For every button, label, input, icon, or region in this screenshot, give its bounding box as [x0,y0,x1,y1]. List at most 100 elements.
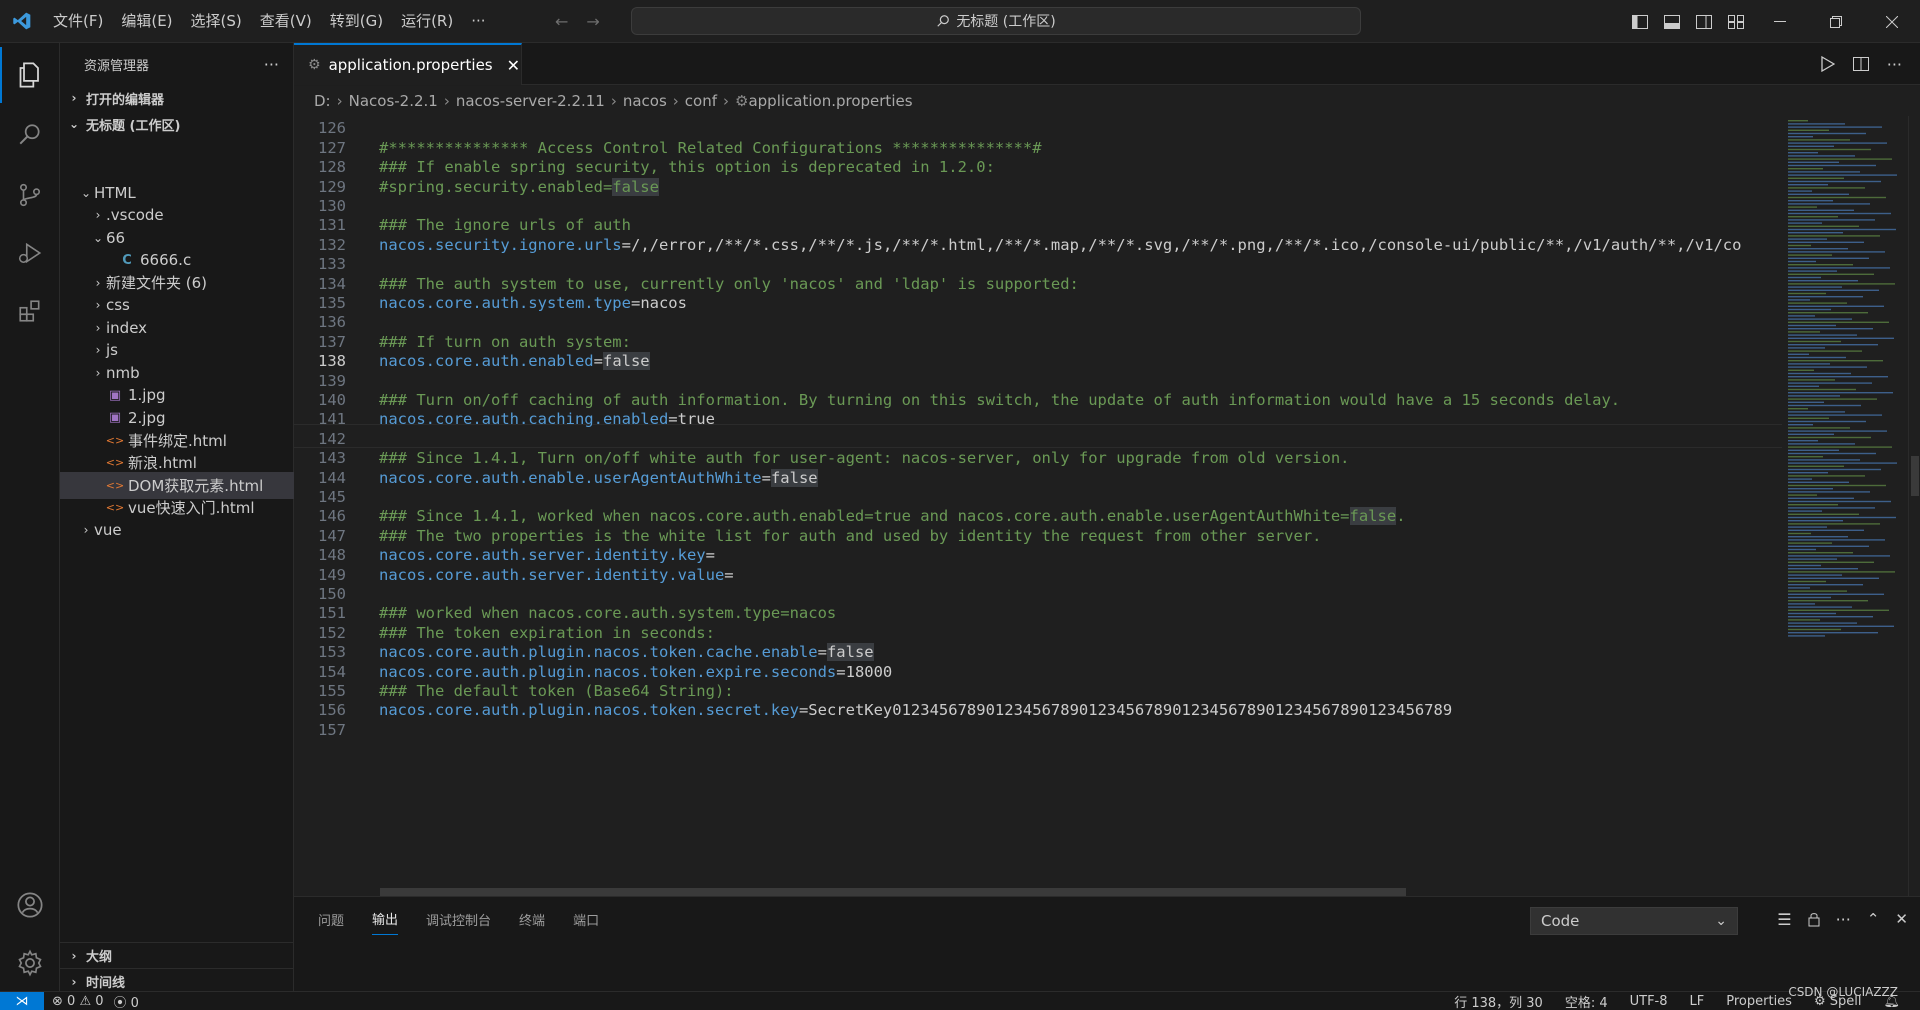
manage-gear-icon[interactable] [0,935,60,991]
tree-item[interactable]: › vue [60,517,294,544]
minimap-line [1788,548,1816,551]
cursor-position[interactable]: 行 138，列 30 [1454,992,1543,1010]
more-actions-icon[interactable]: ··· [1887,55,1902,74]
filter-lines-icon[interactable]: ☰ [1777,910,1791,929]
minimap-line [1788,536,1848,538]
language-mode[interactable]: Properties [1726,994,1792,1009]
chevron-up-icon[interactable]: ⌃ [1867,910,1880,928]
minimap[interactable] [1782,116,1908,896]
title-bar: 文件(F) 编辑(E) 选择(S) 查看(V) 转到(G) 运行(R) ··· ← → 无标… [0,0,1920,43]
explorer-icon[interactable] [0,47,60,103]
panel-tab[interactable]: 调试控制台 [426,910,491,929]
property-value: true [677,410,715,429]
forward-arrow-icon[interactable]: → [586,12,599,31]
tab-application-properties[interactable]: ⚙ application.properties ✕ [294,43,522,85]
vscode-logo-icon[interactable] [0,0,44,43]
breadcrumb-item[interactable]: application.properties [748,92,912,110]
accounts-icon[interactable] [0,877,60,933]
menu-item[interactable]: 文件(F) [44,0,112,43]
menu-item[interactable]: 转到(G) [321,0,392,43]
property-key: nacos.core.auth.plugin.nacos.token.expir… [379,662,837,681]
more-actions-icon[interactable]: ··· [1836,910,1851,929]
minimap-line [1788,123,1845,125]
html-file-icon: <> [105,433,125,447]
status-left: ⊗ 0 ⚠ 0 ⦿ 0 [52,992,139,1010]
tree-item-label: 新浪.html [128,454,197,472]
minimap-line [1788,542,1832,544]
customize-layout-icon[interactable] [1720,0,1752,43]
tree-item-label: HTML [94,183,136,202]
menu-bar: 文件(F) 编辑(E) 选择(S) 查看(V) 转到(G) 运行(R) ··· [44,0,495,43]
minimap-line [1788,219,1875,221]
minimap-line [1788,472,1828,474]
breadcrumb-item[interactable]: conf [685,92,717,110]
toggle-primary-sidebar-icon[interactable] [1624,0,1656,43]
errors-indicator[interactable]: ⊗ 0 ⚠ 0 [52,994,104,1009]
minimap-line [1788,379,1835,381]
minimap-line [1788,587,1810,589]
outline-section[interactable]: › 大纲 [60,942,294,968]
panel-tab[interactable]: 终端 [519,910,545,929]
breadcrumb-item[interactable]: nacos [623,92,667,110]
minimap-line [1788,568,1858,570]
minimap-line [1788,369,1814,371]
close-icon[interactable]: ✕ [507,56,520,75]
lock-icon[interactable] [1808,912,1820,927]
panel-tab[interactable]: 输出 [372,909,399,935]
minimize-icon[interactable] [1752,0,1808,43]
open-editors-section[interactable]: › 打开的编辑器 [60,85,293,111]
minimap-line [1788,184,1828,186]
output-channel-select[interactable]: Code ⌄ [1530,907,1738,935]
code-editor[interactable]: 125server.tomcat.basedir=file:.126127#**… [294,116,1782,896]
menu-item[interactable]: 查看(V) [251,0,321,43]
command-center[interactable]: 无标题 (工作区) [631,7,1361,35]
minimap-line [1788,168,1823,170]
breadcrumb-item[interactable]: D: [314,92,331,110]
menu-item[interactable]: 编辑(E) [112,0,181,43]
extensions-icon[interactable] [0,283,60,339]
close-window-icon[interactable] [1864,0,1920,43]
chevron-right-icon: › [95,343,101,357]
search-icon[interactable] [0,107,60,163]
panel-tab[interactable]: 问题 [318,910,344,929]
tree-item-label: js [106,341,118,359]
minimap-line [1788,164,1876,167]
editor-tabs: ⚙ application.properties ✕ ··· [294,43,1920,85]
split-editor-icon[interactable] [1852,57,1869,71]
horizontal-scrollbar[interactable] [380,888,1406,896]
restore-icon[interactable] [1808,0,1864,43]
source-control-icon[interactable] [0,167,60,223]
run-icon[interactable] [1821,56,1835,72]
end-of-line[interactable]: LF [1690,994,1705,1009]
toggle-panel-icon[interactable] [1656,0,1688,43]
close-panel-icon[interactable]: ✕ [1895,910,1908,928]
minimap-line [1788,392,1893,394]
image-file-icon: ▣ [108,410,122,425]
search-icon [937,15,950,27]
minimap-line [1788,433,1834,435]
breadcrumb-item[interactable]: nacos-server-2.2.11 [456,92,605,110]
encoding[interactable]: UTF-8 [1630,994,1668,1009]
workspace-section[interactable]: ⌄ 无标题 (工作区) [60,111,293,137]
explorer-header: 资源管理器 ··· [60,43,293,85]
ports-indicator[interactable]: ⦿ 0 [114,992,139,1010]
remote-indicator-icon[interactable]: ⋊ [0,992,44,1010]
minimap-line [1788,600,1868,602]
toggle-secondary-sidebar-icon[interactable] [1688,0,1720,43]
minimap-line [1788,388,1856,391]
run-debug-icon[interactable] [0,225,60,281]
back-arrow-icon[interactable]: ← [555,12,568,31]
vertical-scrollbar[interactable] [1908,116,1920,896]
menu-item[interactable]: 选择(S) [182,0,251,43]
minimap-line [1788,420,1866,423]
chevron-down-icon: ⌄ [92,230,104,245]
menu-item[interactable]: 运行(R) [392,0,462,43]
minimap-line [1788,145,1834,147]
property-key: nacos.core.auth.enabled [379,352,594,371]
more-actions-icon[interactable]: ··· [264,55,279,74]
breadcrumb-item[interactable]: Nacos-2.2.1 [349,92,438,110]
panel-tab[interactable]: 端口 [573,910,599,929]
minimap-line [1788,270,1837,272]
more-menu-icon[interactable]: ··· [462,0,494,43]
indentation[interactable]: 空格: 4 [1565,992,1608,1010]
